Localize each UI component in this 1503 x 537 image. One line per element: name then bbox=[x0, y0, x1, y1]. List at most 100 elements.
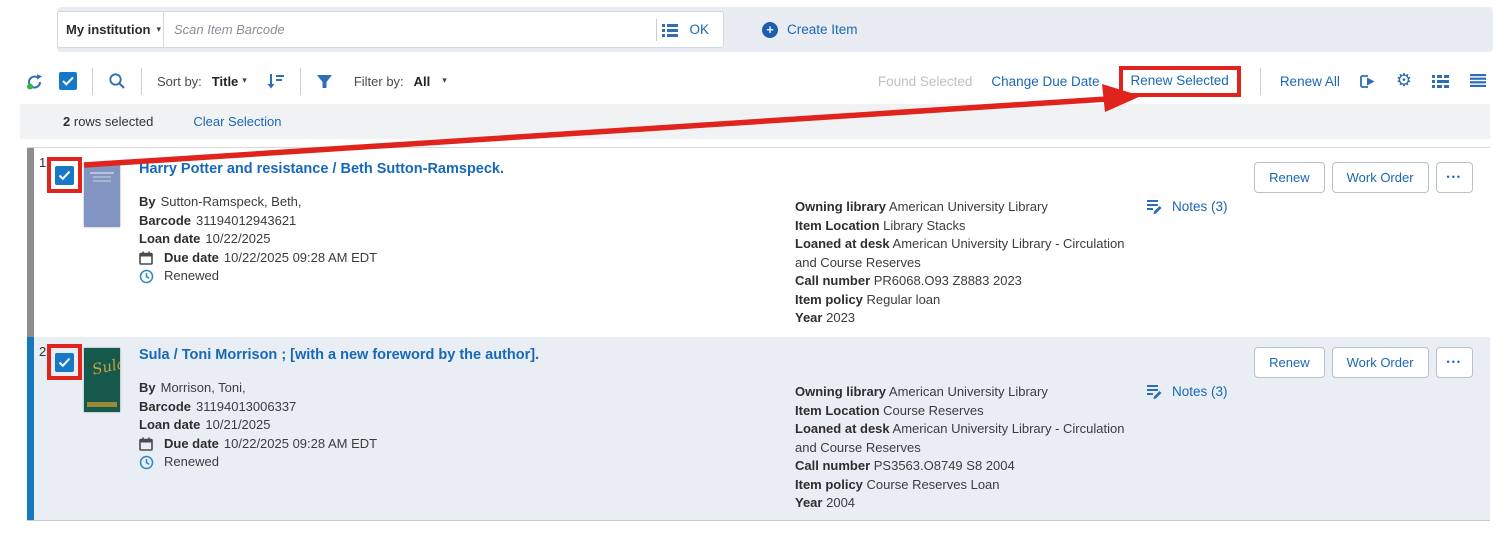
loan-date-label: Loan date bbox=[139, 416, 200, 435]
item-info-column: Owning library American University Libra… bbox=[795, 198, 1143, 328]
divider bbox=[1260, 68, 1261, 95]
due-date-label: Due date bbox=[164, 249, 219, 268]
divider bbox=[656, 19, 657, 41]
year-value: 2004 bbox=[826, 495, 855, 510]
more-actions-button[interactable]: ••• bbox=[1436, 162, 1473, 193]
owning-library-value: American University Library bbox=[889, 199, 1048, 214]
chevron-down-icon: ▾ bbox=[157, 25, 162, 35]
list-toolbar: Sort by: Title ▾ Filter by: bbox=[0, 60, 1503, 102]
item-main-column: Sula / Toni Morrison ; [with a new forew… bbox=[139, 347, 739, 472]
loan-date-value: 10/22/2025 bbox=[205, 230, 270, 249]
row1-checkbox-annotation-box bbox=[47, 157, 82, 193]
year-label: Year bbox=[795, 495, 822, 510]
change-due-date-button[interactable]: Change Due Date bbox=[991, 74, 1099, 89]
barcode-label: Barcode bbox=[139, 398, 191, 417]
loaned-at-desk-label: Loaned at desk bbox=[795, 421, 890, 436]
barcode-value: 31194012943621 bbox=[196, 212, 296, 231]
item-location-value: Course Reserves bbox=[883, 403, 983, 418]
dense-list-icon[interactable] bbox=[1469, 73, 1487, 89]
notes-icon bbox=[1145, 198, 1163, 215]
owning-library-label: Owning library bbox=[795, 199, 886, 214]
row-select-checkbox[interactable] bbox=[55, 353, 74, 372]
institution-selector-label: My institution bbox=[66, 22, 151, 37]
renew-selected-button[interactable]: Renew Selected bbox=[1131, 73, 1229, 88]
export-icon[interactable] bbox=[1359, 73, 1377, 90]
item-title-link[interactable]: Sula / Toni Morrison ; [with a new forew… bbox=[139, 347, 739, 363]
loan-date-label: Loan date bbox=[139, 230, 200, 249]
book-cover-thumbnail[interactable] bbox=[84, 163, 120, 227]
notes-link[interactable]: Notes (3) bbox=[1145, 383, 1228, 400]
calendar-icon bbox=[139, 249, 159, 265]
row-actions: Renew Work Order ••• bbox=[1254, 347, 1473, 378]
cover-title-text: Sula bbox=[90, 355, 120, 378]
renew-all-button[interactable]: Renew All bbox=[1280, 74, 1340, 89]
barcode-value: 31194013006337 bbox=[196, 398, 296, 417]
renew-button[interactable]: Renew bbox=[1254, 162, 1324, 193]
barcode-list-icon[interactable] bbox=[661, 22, 679, 38]
calendar-icon bbox=[139, 435, 159, 451]
year-value: 2023 bbox=[826, 310, 855, 325]
book-cover-thumbnail[interactable]: Sula bbox=[84, 348, 120, 412]
item-location-label: Item Location bbox=[795, 218, 880, 233]
filter-icon[interactable] bbox=[316, 74, 333, 89]
filter-by-control[interactable]: Filter by: All ▾ bbox=[354, 74, 447, 89]
owning-library-label: Owning library bbox=[795, 384, 886, 399]
barcode-label: Barcode bbox=[139, 212, 191, 231]
refresh-icon[interactable] bbox=[25, 72, 44, 91]
search-icon[interactable] bbox=[108, 72, 126, 90]
sort-by-control[interactable]: Sort by: Title ▾ bbox=[157, 74, 247, 89]
notes-icon bbox=[1145, 383, 1163, 400]
chevron-down-icon: ▾ bbox=[442, 76, 447, 86]
settings-gear-icon[interactable]: ⚙ bbox=[1396, 72, 1412, 90]
ok-button[interactable]: OK bbox=[689, 22, 709, 37]
toolbar-left-group: Sort by: Title ▾ Filter by: bbox=[25, 60, 447, 102]
filter-by-value: All bbox=[414, 74, 431, 89]
item-location-label: Item Location bbox=[795, 403, 880, 418]
toolbar-right-group: Found Selected Change Due Date Renew Sel… bbox=[878, 60, 1487, 102]
row-select-checkbox[interactable] bbox=[55, 166, 74, 185]
row-indicator-bar bbox=[27, 337, 34, 520]
renewed-clock-icon bbox=[139, 267, 159, 284]
due-date-label: Due date bbox=[164, 435, 219, 454]
renew-button[interactable]: Renew bbox=[1254, 347, 1324, 378]
renewed-status: Renewed bbox=[164, 267, 219, 286]
divider bbox=[92, 68, 93, 95]
row-number: 1 bbox=[39, 155, 46, 170]
loan-date-value: 10/21/2025 bbox=[205, 416, 270, 435]
sort-order-icon[interactable] bbox=[266, 72, 285, 90]
more-actions-button[interactable]: ••• bbox=[1436, 347, 1473, 378]
item-title-link[interactable]: Harry Potter and resistance / Beth Sutto… bbox=[139, 161, 739, 177]
select-all-checkbox[interactable] bbox=[59, 72, 77, 90]
scan-field-group: My institution ▾ OK bbox=[57, 11, 724, 48]
call-number-value: PS3563.O8749 S8 2004 bbox=[874, 458, 1015, 473]
item-policy-label: Item policy bbox=[795, 477, 863, 492]
selection-bar: 2 rows selected Clear Selection bbox=[20, 104, 1490, 139]
divider bbox=[141, 68, 142, 95]
row-number: 2 bbox=[39, 344, 46, 359]
found-selected-button: Found Selected bbox=[878, 74, 973, 89]
work-order-button[interactable]: Work Order bbox=[1332, 162, 1429, 193]
list-view-icon[interactable] bbox=[1431, 74, 1450, 89]
sort-by-label: Sort by: bbox=[157, 74, 202, 89]
renewed-clock-icon bbox=[139, 453, 159, 470]
call-number-value: PR6068.O93 Z8883 2023 bbox=[874, 273, 1022, 288]
notes-link[interactable]: Notes (3) bbox=[1145, 198, 1228, 215]
institution-selector[interactable]: My institution ▾ bbox=[58, 12, 164, 47]
item-location-value: Library Stacks bbox=[883, 218, 965, 233]
filter-by-label: Filter by: bbox=[354, 74, 404, 89]
loaned-at-desk-label: Loaned at desk bbox=[795, 236, 890, 251]
due-date-value: 10/22/2025 09:28 AM EDT bbox=[224, 435, 377, 454]
rows-selected-count: 2 rows selected bbox=[63, 114, 153, 129]
clear-selection-button[interactable]: Clear Selection bbox=[193, 114, 281, 129]
scan-item-barcode-input[interactable] bbox=[164, 22, 652, 37]
create-item-button[interactable]: + Create Item bbox=[762, 7, 858, 52]
notes-label: Notes (3) bbox=[1172, 199, 1228, 214]
by-value: Morrison, Toni, bbox=[161, 379, 246, 398]
owning-library-value: American University Library bbox=[889, 384, 1048, 399]
item-policy-value: Course Reserves Loan bbox=[867, 477, 1000, 492]
call-number-label: Call number bbox=[795, 458, 870, 473]
work-order-button[interactable]: Work Order bbox=[1332, 347, 1429, 378]
by-label: By bbox=[139, 193, 156, 212]
notes-label: Notes (3) bbox=[1172, 384, 1228, 399]
chevron-down-icon: ▾ bbox=[242, 76, 247, 86]
